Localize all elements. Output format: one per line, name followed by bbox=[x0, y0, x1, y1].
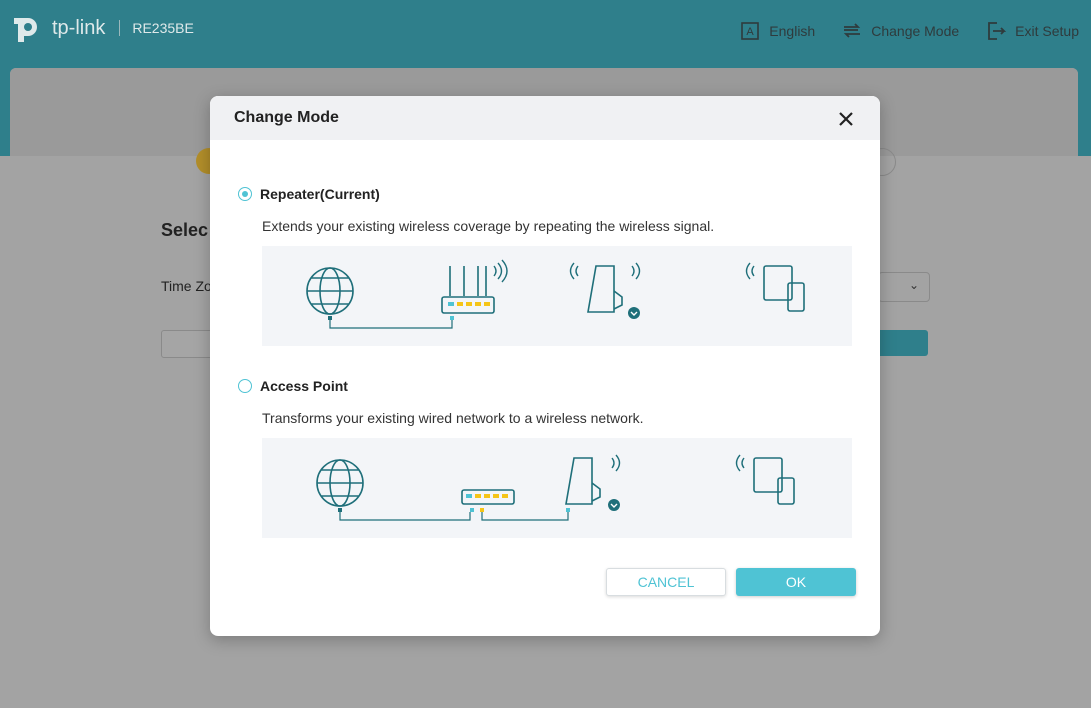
section-title: Selec bbox=[161, 220, 209, 240]
brand-logo: tp-link RE235BE bbox=[10, 10, 194, 46]
access-point-diagram bbox=[262, 438, 852, 538]
timezone-dropdown[interactable]: ⌄ bbox=[878, 272, 930, 302]
svg-text:A: A bbox=[747, 26, 755, 38]
option-access-point[interactable]: Access Point bbox=[238, 378, 348, 394]
exit-icon bbox=[988, 22, 1007, 40]
access-point-radio[interactable] bbox=[238, 379, 252, 393]
change-mode-link[interactable]: Change Mode bbox=[841, 20, 959, 42]
dialog-header: Change Mode bbox=[210, 96, 880, 140]
extender-icon bbox=[565, 457, 601, 505]
tp-link-logo-icon bbox=[14, 18, 37, 42]
globe-icon bbox=[306, 267, 354, 315]
dialog-title: Change Mode bbox=[234, 109, 339, 126]
option-description: Transforms your existing wired network t… bbox=[262, 410, 644, 426]
extender-icon bbox=[587, 265, 623, 313]
change-mode-dialog: Change Mode Repeater(Current) Extends yo… bbox=[210, 96, 880, 636]
change-mode-label: Change Mode bbox=[871, 23, 960, 39]
switch-icon bbox=[461, 489, 515, 505]
language-link[interactable]: A English bbox=[739, 20, 815, 42]
timezone-label: Time Zo bbox=[161, 278, 212, 294]
language-icon: A bbox=[741, 22, 760, 40]
change-mode-icon bbox=[844, 23, 861, 38]
close-icon[interactable] bbox=[838, 111, 854, 127]
repeater-radio[interactable] bbox=[238, 187, 252, 201]
option-repeater[interactable]: Repeater(Current) bbox=[238, 186, 380, 202]
exit-setup-label: Exit Setup bbox=[1015, 23, 1079, 39]
model-name: RE235BE bbox=[132, 20, 194, 36]
option-description: Extends your existing wireless coverage … bbox=[262, 218, 715, 234]
repeater-diagram bbox=[262, 246, 852, 346]
ok-button[interactable]: OK bbox=[736, 568, 856, 596]
brand-name: tp-link bbox=[52, 16, 106, 39]
chevron-down-icon: ⌄ bbox=[908, 278, 919, 292]
divider bbox=[119, 20, 121, 36]
globe-icon bbox=[316, 459, 364, 507]
devices-icon bbox=[753, 457, 795, 505]
devices-icon bbox=[763, 265, 805, 312]
exit-setup-link[interactable]: Exit Setup bbox=[985, 20, 1079, 42]
language-label: English bbox=[769, 23, 816, 39]
option-label: Access Point bbox=[260, 378, 348, 394]
cancel-button[interactable]: CANCEL bbox=[606, 568, 726, 596]
option-label: Repeater(Current) bbox=[260, 186, 380, 202]
